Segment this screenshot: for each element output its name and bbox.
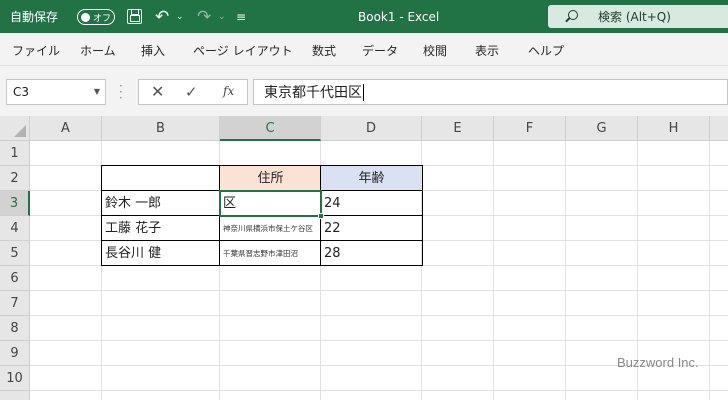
search-box[interactable]: 検索 (Alt+Q) bbox=[548, 5, 728, 28]
row-header-1[interactable]: 1 bbox=[0, 141, 30, 166]
column-header-c[interactable]: C bbox=[220, 116, 321, 141]
name-box[interactable]: C3 ▼ bbox=[6, 79, 106, 105]
tab-view[interactable]: 表示 bbox=[475, 42, 499, 59]
text-caret bbox=[363, 83, 364, 101]
cancel-icon[interactable]: ✕ bbox=[151, 82, 164, 101]
enter-icon[interactable]: ✓ bbox=[185, 83, 198, 101]
select-all-button[interactable] bbox=[0, 116, 30, 141]
gridline bbox=[30, 290, 728, 291]
row-header-9[interactable]: 9 bbox=[0, 341, 30, 366]
tab-review[interactable]: 校閲 bbox=[423, 42, 447, 59]
formula-input[interactable]: 東京都千代田区 bbox=[253, 79, 728, 105]
title-bar: 自動保存 オフ ↶ ⌄ ↷ ⌄ ≡ Book1 - Excel 検索 (Alt+… bbox=[0, 0, 728, 33]
search-placeholder: 検索 (Alt+Q) bbox=[598, 10, 671, 24]
gridline bbox=[493, 141, 494, 400]
gridline bbox=[30, 315, 728, 316]
column-header-h[interactable]: H bbox=[638, 116, 710, 141]
row-header-4[interactable]: 4 bbox=[0, 216, 30, 241]
row-header-8[interactable]: 8 bbox=[0, 316, 30, 341]
column-header-f[interactable]: F bbox=[494, 116, 566, 141]
column-header-a[interactable]: A bbox=[30, 116, 102, 141]
tab-help[interactable]: ヘルプ bbox=[528, 42, 564, 59]
undo-dropdown-icon[interactable]: ⌄ bbox=[176, 0, 184, 33]
tab-data[interactable]: データ bbox=[362, 42, 398, 59]
fill-handle[interactable] bbox=[318, 213, 324, 219]
gridline bbox=[565, 141, 566, 400]
undo-icon[interactable]: ↶ bbox=[155, 0, 169, 33]
name-box-value: C3 bbox=[13, 85, 30, 99]
tab-page-layout[interactable]: ページ レイアウト bbox=[193, 42, 293, 59]
formula-bar-grip-icon[interactable]: · · · bbox=[119, 80, 123, 104]
tab-insert[interactable]: 挿入 bbox=[141, 42, 165, 59]
row-header-5[interactable]: 5 bbox=[0, 241, 30, 266]
tab-file[interactable]: ファイル bbox=[12, 42, 60, 59]
search-icon bbox=[568, 10, 578, 20]
column-header-overflow bbox=[710, 116, 728, 141]
autosave-state: オフ bbox=[93, 13, 112, 24]
formula-bar-area: C3 ▼ · · · ✕ ✓ fx 東京都千代田区 bbox=[0, 66, 728, 116]
formula-content: 東京都千代田区 bbox=[264, 85, 362, 101]
customize-qat-icon[interactable]: ≡ bbox=[236, 0, 246, 33]
gridline bbox=[30, 340, 728, 341]
watermark: Buzzword Inc. bbox=[617, 355, 699, 370]
name-box-dropdown-icon[interactable]: ▼ bbox=[94, 87, 100, 96]
active-cell-selection bbox=[219, 190, 322, 217]
row-header-10[interactable]: 10 bbox=[0, 366, 30, 391]
column-header-e[interactable]: E bbox=[422, 116, 494, 141]
tab-home[interactable]: ホーム bbox=[80, 42, 116, 59]
column-header-g[interactable]: G bbox=[566, 116, 638, 141]
ribbon-tabs: ファイル ホーム 挿入 ページ レイアウト 数式 データ 校閲 表示 ヘルプ bbox=[0, 33, 728, 66]
formula-buttons: ✕ ✓ fx bbox=[138, 79, 248, 105]
insert-function-icon[interactable]: fx bbox=[223, 84, 234, 98]
row-header-7[interactable]: 7 bbox=[0, 291, 30, 316]
autosave-toggle[interactable]: オフ bbox=[77, 9, 115, 25]
gridline bbox=[709, 141, 710, 400]
gridline bbox=[30, 390, 728, 391]
document-title: Book1 - Excel bbox=[358, 9, 440, 24]
row-header-2[interactable]: 2 bbox=[0, 166, 30, 191]
autosave-label: 自動保存 bbox=[10, 10, 59, 24]
row-header-overflow bbox=[0, 391, 30, 400]
row-header-3[interactable]: 3 bbox=[0, 191, 30, 216]
redo-dropdown-icon[interactable]: ⌄ bbox=[218, 0, 226, 33]
tab-formulas[interactable]: 数式 bbox=[312, 42, 336, 59]
redo-icon[interactable]: ↷ bbox=[197, 0, 211, 33]
column-header-d[interactable]: D bbox=[321, 116, 422, 141]
save-icon[interactable] bbox=[127, 9, 142, 24]
toggle-knob bbox=[81, 12, 90, 22]
row-header-6[interactable]: 6 bbox=[0, 266, 30, 291]
column-header-b[interactable]: B bbox=[102, 116, 220, 141]
